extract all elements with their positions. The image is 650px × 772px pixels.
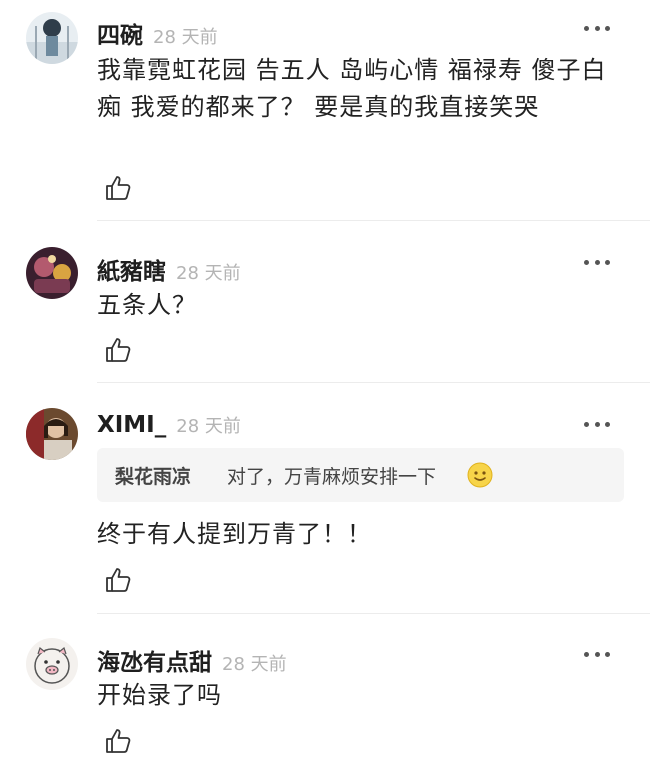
avatar-image — [26, 247, 78, 299]
avatar-image — [26, 638, 78, 690]
avatar-image — [26, 12, 78, 64]
divider — [97, 220, 650, 221]
avatar-image — [26, 408, 78, 460]
timestamp: 28 天前 — [153, 27, 218, 48]
smile-emoji-icon — [467, 462, 493, 488]
avatar[interactable] — [26, 247, 78, 299]
quoted-reply[interactable]: 梨花雨凉 对了，万青麻烦安排一下 — [97, 448, 624, 502]
more-icon[interactable] — [584, 258, 610, 266]
username-text[interactable]: 四碗 — [97, 23, 143, 49]
more-icon[interactable] — [584, 24, 610, 32]
username-text[interactable]: XIMI_ — [97, 412, 166, 438]
comment-text: 开始录了吗 — [97, 681, 222, 709]
thumbs-up-icon[interactable] — [104, 174, 132, 202]
username[interactable]: 四碗 28 天前 — [97, 16, 218, 50]
more-icon[interactable] — [584, 420, 610, 428]
comment-text: 我靠霓虹花园 告五人 岛屿心情 福禄寿 傻子白痴 我爱的都来了？ 要是真的我直接… — [97, 56, 607, 121]
comment-text: 五条人？ — [97, 291, 197, 319]
divider — [97, 382, 650, 383]
avatar[interactable] — [26, 12, 78, 64]
avatar[interactable] — [26, 408, 78, 460]
timestamp: 28 天前 — [176, 416, 241, 437]
username[interactable]: 紙豬瞎 28 天前 — [97, 252, 241, 286]
quote-author[interactable]: 梨花雨凉 — [115, 462, 191, 489]
thumbs-up-icon[interactable] — [104, 566, 132, 594]
timestamp: 28 天前 — [222, 654, 287, 675]
quote-text: 对了，万青麻烦安排一下 — [227, 466, 437, 488]
username-text[interactable]: 紙豬瞎 — [97, 259, 166, 285]
username-text[interactable]: 海氹有点甜 — [97, 650, 212, 676]
thumbs-up-icon[interactable] — [104, 336, 132, 364]
divider — [97, 613, 650, 614]
more-icon[interactable] — [584, 650, 610, 658]
thumbs-up-icon[interactable] — [104, 727, 132, 755]
comment-text: 终于有人提到万青了！！ — [97, 520, 372, 548]
timestamp: 28 天前 — [176, 263, 241, 284]
username[interactable]: XIMI_ 28 天前 — [97, 412, 241, 438]
username[interactable]: 海氹有点甜 28 天前 — [97, 643, 287, 677]
avatar[interactable] — [26, 638, 78, 690]
